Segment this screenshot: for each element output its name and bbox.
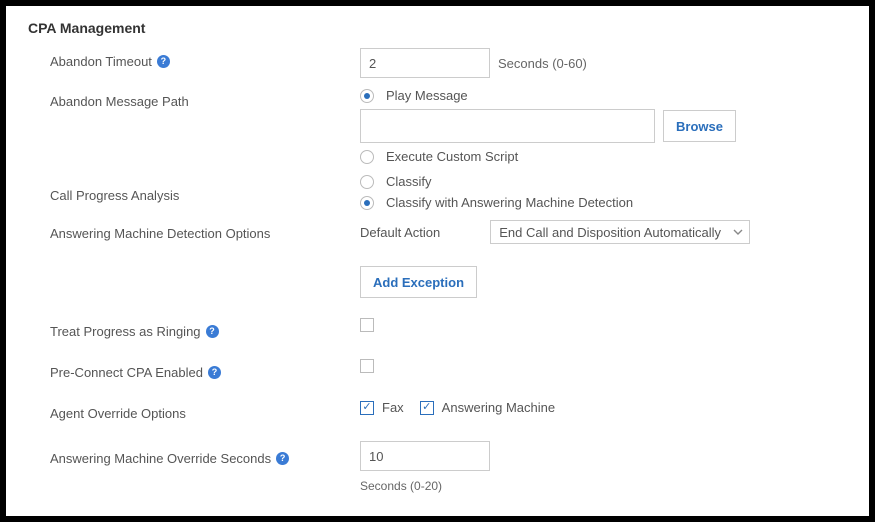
section-title: CPA Management xyxy=(6,20,869,48)
cpa-management-panel: CPA Management Abandon Timeout ? Seconds… xyxy=(6,6,869,516)
am-override-seconds-hint: Seconds (0-20) xyxy=(360,479,869,493)
abandon-timeout-label: Abandon Timeout xyxy=(50,54,152,69)
radio-classify-amd[interactable] xyxy=(360,196,374,210)
radio-play-message-label: Play Message xyxy=(386,88,468,103)
fax-checkbox-label: Fax xyxy=(382,400,404,415)
radio-execute-script[interactable] xyxy=(360,150,374,164)
help-icon[interactable]: ? xyxy=(157,55,170,68)
abandon-timeout-unit: Seconds (0-60) xyxy=(498,56,587,71)
answering-machine-checkbox[interactable] xyxy=(420,401,434,415)
pre-connect-cpa-label: Pre-Connect CPA Enabled xyxy=(50,365,203,380)
radio-classify[interactable] xyxy=(360,175,374,189)
help-icon[interactable]: ? xyxy=(208,366,221,379)
help-icon[interactable]: ? xyxy=(276,452,289,465)
answering-machine-checkbox-label: Answering Machine xyxy=(442,400,555,415)
fax-checkbox[interactable] xyxy=(360,401,374,415)
amd-options-label: Answering Machine Detection Options xyxy=(50,226,270,241)
default-action-select[interactable]: End Call and Disposition Automatically xyxy=(490,220,750,244)
default-action-label: Default Action xyxy=(360,225,440,240)
abandon-timeout-input[interactable] xyxy=(360,48,490,78)
default-action-value: End Call and Disposition Automatically xyxy=(499,225,721,240)
help-icon[interactable]: ? xyxy=(206,325,219,338)
am-override-seconds-label: Answering Machine Override Seconds xyxy=(50,451,271,466)
treat-progress-ringing-label: Treat Progress as Ringing xyxy=(50,324,201,339)
browse-button[interactable]: Browse xyxy=(663,110,736,142)
radio-play-message[interactable] xyxy=(360,89,374,103)
chevron-down-icon xyxy=(733,227,743,237)
agent-override-label: Agent Override Options xyxy=(50,406,186,421)
message-path-input[interactable] xyxy=(360,109,655,143)
add-exception-button[interactable]: Add Exception xyxy=(360,266,477,298)
pre-connect-cpa-checkbox[interactable] xyxy=(360,359,374,373)
treat-progress-ringing-checkbox[interactable] xyxy=(360,318,374,332)
call-progress-analysis-label: Call Progress Analysis xyxy=(50,188,179,203)
radio-classify-amd-label: Classify with Answering Machine Detectio… xyxy=(386,195,633,210)
radio-classify-label: Classify xyxy=(386,174,432,189)
abandon-message-path-label: Abandon Message Path xyxy=(50,94,189,109)
am-override-seconds-input[interactable] xyxy=(360,441,490,471)
radio-execute-script-label: Execute Custom Script xyxy=(386,149,518,164)
